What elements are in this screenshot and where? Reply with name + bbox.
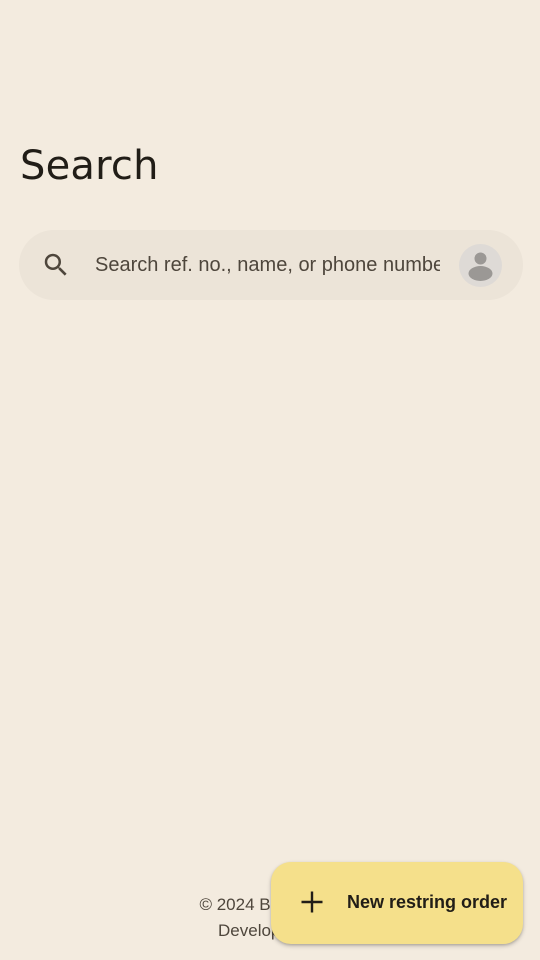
avatar-icon[interactable]: [459, 244, 502, 287]
search-icon[interactable]: [41, 250, 71, 280]
search-screen: Search © 2024 Badminton Developed by New…: [0, 0, 540, 960]
fab-label: New restring order: [347, 892, 508, 912]
search-bar[interactable]: [19, 230, 523, 300]
page-title: Search: [20, 143, 159, 189]
plus-icon: [300, 890, 324, 914]
new-restring-order-button[interactable]: New restring order: [271, 862, 523, 944]
search-input[interactable]: [95, 245, 440, 285]
